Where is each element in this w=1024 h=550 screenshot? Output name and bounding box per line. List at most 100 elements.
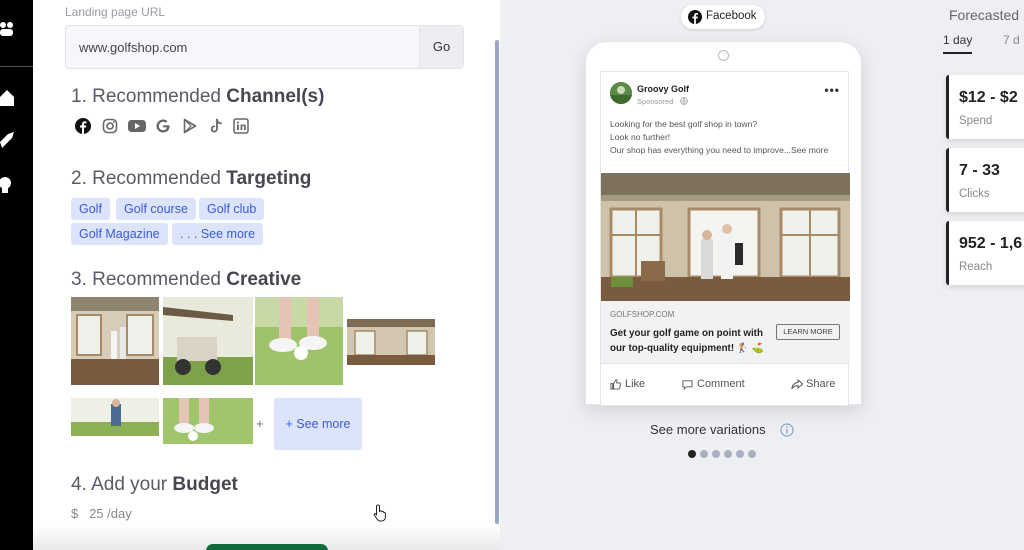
forecast-label: Clicks xyxy=(959,188,990,200)
creative-thumbnail-golf-putt[interactable] xyxy=(163,398,253,444)
hand-cursor-icon xyxy=(373,504,386,522)
comment-button[interactable]: Comment xyxy=(682,378,745,390)
phone-mockup: Groovy Golf Sponsored · ••• Looking for … xyxy=(585,41,862,407)
more-options-icon[interactable]: ••• xyxy=(824,83,840,97)
carousel-dot[interactable] xyxy=(688,450,696,458)
phone-camera xyxy=(718,50,729,61)
budget-value[interactable]: 25 xyxy=(89,506,103,521)
comment-icon xyxy=(682,380,693,390)
forecast-title: Forecasted xyxy=(949,7,1020,23)
rocket-icon[interactable] xyxy=(0,132,14,150)
panel-scrollbar[interactable] xyxy=(495,40,499,524)
budget-currency: $ xyxy=(71,506,79,521)
forecast-tab-1-day[interactable]: 1 day xyxy=(943,33,973,54)
targeting-heading-bold: Targeting xyxy=(226,168,312,189)
ad-actions-bar: Like Comment Share xyxy=(601,363,850,407)
learn-more-button[interactable]: LEARN MORE xyxy=(776,324,840,340)
targeting-tag[interactable]: Golf xyxy=(71,198,110,220)
continue-button[interactable] xyxy=(206,544,328,550)
creative-heading-prefix: 3. Recommended xyxy=(71,269,227,290)
carousel-dot[interactable] xyxy=(700,450,708,458)
google-icon[interactable] xyxy=(155,118,171,134)
carousel-dot[interactable] xyxy=(748,450,756,458)
carousel-dot[interactable] xyxy=(724,450,732,458)
thumbs-up-icon xyxy=(610,379,621,390)
linkedin-icon[interactable] xyxy=(233,118,249,134)
like-label: Like xyxy=(625,378,646,390)
globe-icon xyxy=(680,97,688,105)
campaign-builder-panel: Landing page URL www.golfshop.com Go 1. … xyxy=(33,0,500,550)
channel-heading-bold: Channel(s) xyxy=(226,86,325,107)
ad-body-text: Looking for the best golf shop in town? … xyxy=(610,118,842,157)
creative-heading: 3. Recommended Creative xyxy=(71,269,301,291)
channel-heading-prefix: 1. Recommended xyxy=(71,86,227,107)
like-button[interactable]: Like xyxy=(610,378,646,390)
more-creative-plus: + xyxy=(256,416,264,431)
forecast-card-reach: 952 - 1,6 Reach xyxy=(946,221,1024,285)
sidebar-divider xyxy=(0,66,33,67)
comment-label: Comment xyxy=(697,378,745,390)
go-button[interactable]: Go xyxy=(419,26,463,68)
ad-preview-area: Facebook Groovy Golf Sponsored · ••• Loo… xyxy=(500,0,1024,550)
home-icon[interactable] xyxy=(0,89,14,107)
forecast-label: Reach xyxy=(959,261,993,273)
ad-link-footer[interactable]: GOLFSHOP.COM Get your golf game on point… xyxy=(601,301,850,363)
google-play-icon[interactable] xyxy=(182,118,198,134)
see-variations-label: See more variations xyxy=(650,422,766,437)
share-label: Share xyxy=(806,378,836,390)
budget-heading: 4. Add your Budget xyxy=(71,474,238,496)
landing-url-input[interactable]: www.golfshop.com Go xyxy=(65,25,464,69)
targeting-heading: 2. Recommended Targeting xyxy=(71,168,311,190)
youtube-icon[interactable] xyxy=(128,118,146,134)
bulb-icon[interactable] xyxy=(0,176,14,194)
budget-unit: /day xyxy=(107,506,132,521)
ad-body-line: Look no further! xyxy=(610,132,671,142)
channel-heading: 1. Recommended Channel(s) xyxy=(71,86,324,108)
budget-heading-prefix: 4. Add your xyxy=(71,474,173,495)
info-icon[interactable] xyxy=(780,423,794,437)
targeting-tag[interactable]: Golf club xyxy=(199,198,265,220)
creative-thumbnail-golfer-cart[interactable] xyxy=(71,398,159,436)
creative-thumbnail-shop-wide[interactable] xyxy=(347,319,435,365)
creative-see-more-button[interactable]: + See more xyxy=(274,398,362,450)
targeting-heading-prefix: 2. Recommended xyxy=(71,168,227,189)
advertiser-avatar[interactable] xyxy=(610,82,632,104)
targeting-tag[interactable]: Golf course xyxy=(116,198,196,220)
facebook-icon[interactable] xyxy=(75,118,91,134)
carousel-dot[interactable] xyxy=(712,450,720,458)
advertiser-name[interactable]: Groovy Golf xyxy=(637,84,689,94)
see-more-variations-link[interactable]: See more variations xyxy=(650,422,794,437)
landing-url-label: Landing page URL xyxy=(65,5,166,19)
budget-input[interactable]: $ 25 /day xyxy=(71,506,132,521)
ad-headline: Get your golf game on point with our top… xyxy=(610,328,764,354)
forecast-card-clicks: 7 - 33 Clicks xyxy=(946,148,1024,212)
targeting-see-more[interactable]: . . . See more xyxy=(172,223,264,245)
platform-label: Facebook xyxy=(706,10,757,22)
creative-thumbnail-shop-interior[interactable] xyxy=(71,297,159,385)
forecast-card-spend: $12 - $2 Spend xyxy=(946,75,1024,139)
creative-thumbnail-golf-cart[interactable] xyxy=(163,297,253,385)
forecast-label: Spend xyxy=(959,115,993,127)
targeting-tag[interactable]: Golf Magazine xyxy=(71,223,168,245)
tiktok-icon[interactable] xyxy=(208,118,224,134)
platform-selector[interactable]: Facebook xyxy=(681,5,765,29)
creative-thumbnail-golf-ball[interactable] xyxy=(255,297,343,385)
budget-heading-bold: Budget xyxy=(172,474,238,495)
ad-domain: GOLFSHOP.COM xyxy=(610,310,675,319)
facebook-ad-card: Groovy Golf Sponsored · ••• Looking for … xyxy=(600,71,850,407)
share-button[interactable]: Share xyxy=(791,378,836,390)
forecast-value: $12 - $2 xyxy=(959,89,1018,106)
creative-heading-bold: Creative xyxy=(226,269,302,290)
ad-body-line[interactable]: Our shop has everything you need to impr… xyxy=(610,144,842,157)
ad-body-line: Looking for the best golf shop in town? xyxy=(610,119,758,129)
team-icon[interactable] xyxy=(0,20,14,38)
ad-image[interactable] xyxy=(601,173,850,301)
sponsored-label: Sponsored · xyxy=(637,97,688,106)
landing-url-value[interactable]: www.golfshop.com xyxy=(79,40,187,55)
carousel-dot[interactable] xyxy=(736,450,744,458)
forecast-tab-7-days[interactable]: 7 d xyxy=(1003,33,1020,47)
forecast-value: 952 - 1,6 xyxy=(959,235,1023,252)
instagram-icon[interactable] xyxy=(102,118,118,134)
forecast-value: 7 - 33 xyxy=(959,162,1000,179)
share-icon xyxy=(791,379,803,390)
